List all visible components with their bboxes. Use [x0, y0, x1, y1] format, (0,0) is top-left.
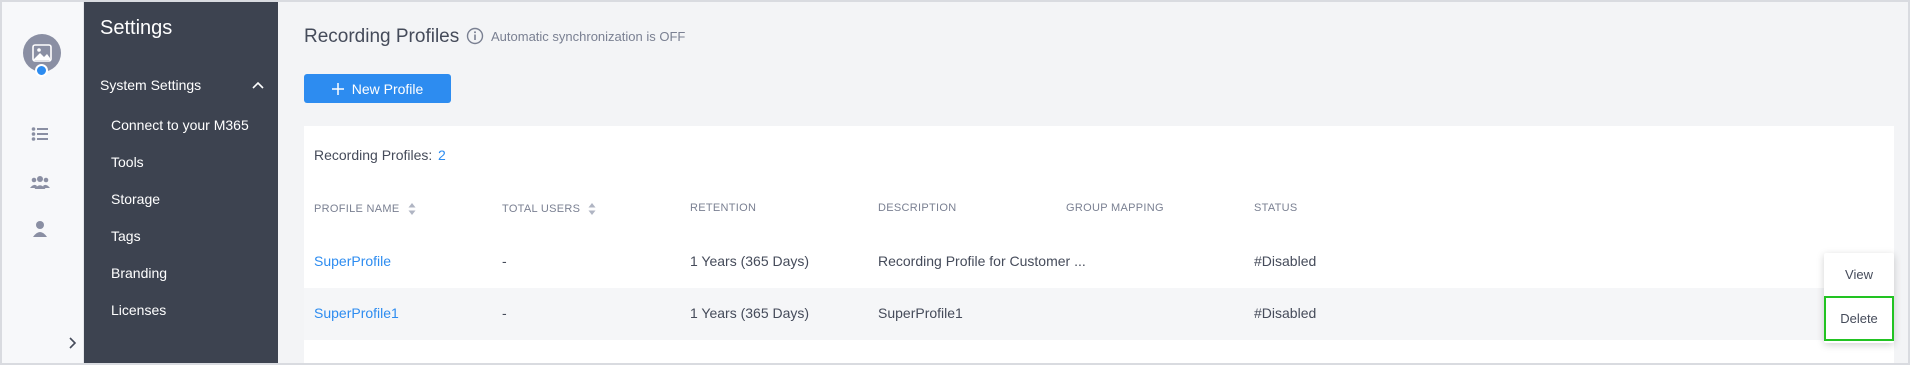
info-icon[interactable] [466, 27, 484, 45]
column-header-status: STATUS [1254, 202, 1298, 214]
nav-item-tools[interactable]: Tools [111, 154, 144, 170]
column-header-profile-name[interactable]: PROFILE NAME [314, 202, 416, 216]
nav-item-licenses[interactable]: Licenses [111, 302, 166, 318]
nav-item-connect-m365[interactable]: Connect to your M365 [111, 117, 249, 133]
column-header-total-users[interactable]: TOTAL USERS [502, 202, 596, 216]
icon-rail [2, 2, 84, 363]
profiles-table-card: Recording Profiles: 2 PROFILE NAME TOTAL… [304, 126, 1894, 363]
retention-cell: 1 Years (365 Days) [690, 305, 810, 321]
image-placeholder-icon [32, 44, 52, 62]
status-badge [35, 64, 48, 77]
delete-menu-item[interactable]: Delete [1824, 296, 1894, 341]
table-row[interactable]: SuperProfile1 - 1 Years (365 Days) Super… [304, 288, 1894, 340]
description-cell: Recording Profile for Customer ... [878, 253, 1086, 269]
app-frame: Settings System Settings Connect to your… [0, 0, 1910, 365]
profile-name-link[interactable]: SuperProfile1 [314, 305, 399, 321]
chevron-up-icon [252, 81, 264, 89]
new-profile-button[interactable]: New Profile [304, 74, 451, 103]
user-icon[interactable] [30, 219, 50, 239]
description-cell: SuperProfile1 [878, 305, 963, 321]
column-header-retention: RETENTION [690, 202, 757, 214]
profile-name-link[interactable]: SuperProfile [314, 253, 391, 269]
profile-count-value: 2 [438, 147, 446, 163]
plus-icon [331, 82, 344, 95]
nav-item-branding[interactable]: Branding [111, 265, 167, 281]
total-users-cell: - [502, 253, 507, 269]
row-actions-menu: View Delete [1824, 253, 1894, 343]
status-cell: #Disabled [1254, 253, 1317, 269]
sort-icon[interactable] [408, 202, 416, 216]
table-row[interactable]: SuperProfile - 1 Years (365 Days) Record… [304, 236, 1894, 288]
sort-icon[interactable] [588, 202, 596, 216]
nav-group-label: System Settings [100, 77, 202, 93]
view-menu-item[interactable]: View [1824, 253, 1894, 295]
main-content: Recording Profiles Automatic synchroniza… [278, 2, 1908, 363]
status-cell: #Disabled [1254, 305, 1317, 321]
settings-nav: Settings System Settings Connect to your… [84, 2, 278, 363]
nav-item-tags[interactable]: Tags [111, 228, 141, 244]
new-profile-label: New Profile [351, 80, 424, 97]
nav-title: Settings [100, 17, 173, 39]
page-title: Recording Profiles [304, 26, 460, 47]
total-users-cell: - [502, 305, 507, 321]
nav-group-system-settings[interactable]: System Settings [100, 74, 264, 96]
column-header-description: DESCRIPTION [878, 202, 957, 214]
chevron-right-icon[interactable] [64, 335, 80, 351]
list-icon[interactable] [30, 124, 50, 144]
users-icon[interactable] [30, 172, 50, 192]
profile-count-label: Recording Profiles: [314, 147, 433, 163]
column-header-group-mapping: GROUP MAPPING [1066, 202, 1164, 214]
sync-status-text: Automatic synchronization is OFF [491, 29, 686, 44]
retention-cell: 1 Years (365 Days) [690, 253, 810, 269]
nav-item-storage[interactable]: Storage [111, 191, 160, 207]
